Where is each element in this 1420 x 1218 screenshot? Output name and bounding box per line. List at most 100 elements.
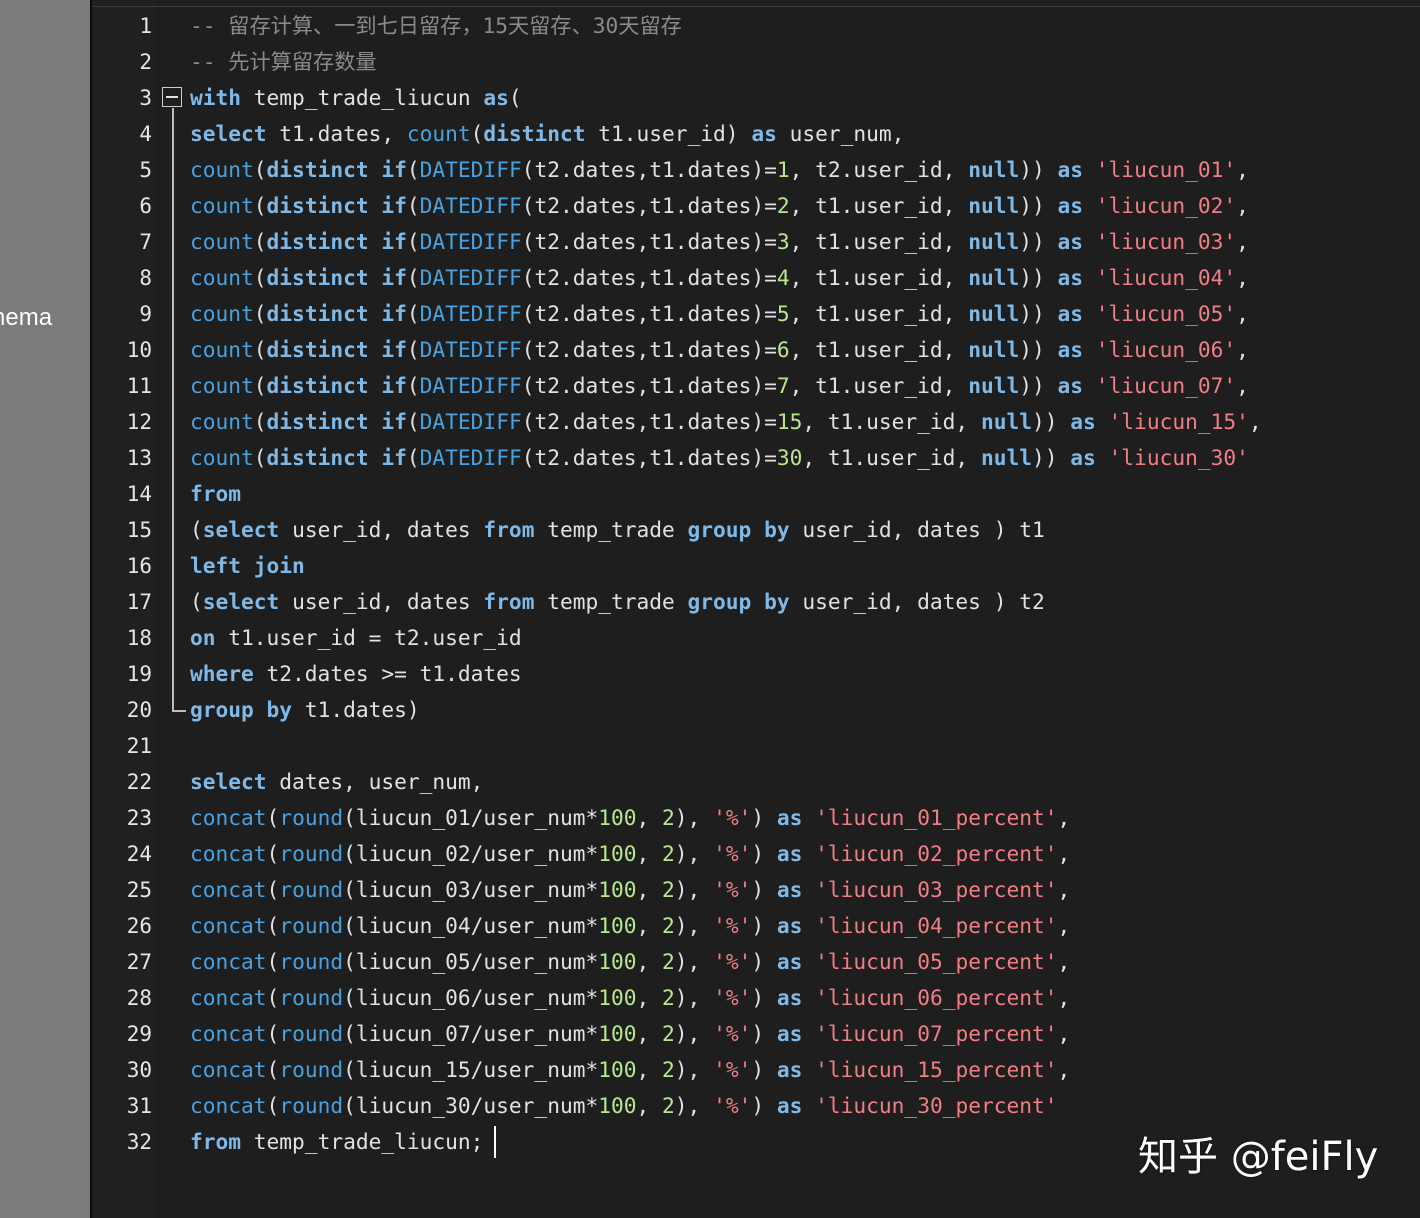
line-number: 27 xyxy=(126,950,152,974)
line-code[interactable]: count(distinct if(DATEDIFF(t2.dates,t1.d… xyxy=(190,332,1249,368)
line-code[interactable]: concat(round(liucun_05/user_num*100, 2),… xyxy=(190,944,1070,980)
code-line[interactable]: 23 concat(round(liucun_01/user_num*100, 2… xyxy=(92,800,1420,836)
code-line[interactable]: 14 from xyxy=(92,476,1420,512)
line-code[interactable]: count(distinct if(DATEDIFF(t2.dates,t1.d… xyxy=(190,260,1249,296)
code-token: , t1.user_id, xyxy=(789,301,969,326)
code-line[interactable]: 16 left join xyxy=(92,548,1420,584)
code-line[interactable]: 11 count(distinct if(DATEDIFF(t2.dates,t1… xyxy=(92,368,1420,404)
code-token: ), xyxy=(674,985,714,1010)
line-code[interactable]: count(distinct if(DATEDIFF(t2.dates,t1.d… xyxy=(190,224,1249,260)
line-code[interactable]: count(distinct if(DATEDIFF(t2.dates,t1.d… xyxy=(190,404,1262,440)
line-code[interactable]: count(distinct if(DATEDIFF(t2.dates,t1.d… xyxy=(190,188,1249,224)
schema-sidebar[interactable]: hema xyxy=(0,0,90,1218)
code-line[interactable]: 12 count(distinct if(DATEDIFF(t2.dates,t1… xyxy=(92,404,1420,440)
line-number: 5 xyxy=(139,158,152,182)
code-line[interactable]: 24 concat(round(liucun_02/user_num*100, 2… xyxy=(92,836,1420,872)
code-token: user_id, dates ) t1 xyxy=(789,517,1045,542)
code-token: count xyxy=(190,265,254,290)
line-code[interactable]: count(distinct if(DATEDIFF(t2.dates,t1.d… xyxy=(190,440,1249,476)
line-code[interactable]: concat(round(liucun_01/user_num*100, 2),… xyxy=(190,800,1070,836)
code-line[interactable]: 2 -- 先计算留存数量 xyxy=(92,44,1420,80)
code-token: ( xyxy=(266,913,280,938)
sidebar-label[interactable]: hema xyxy=(0,304,52,332)
code-token: 100 xyxy=(598,913,637,938)
line-code[interactable]: on t1.user_id = t2.user_id xyxy=(190,620,522,656)
line-code[interactable]: concat(round(liucun_04/user_num*100, 2),… xyxy=(190,908,1070,944)
code-token: distinct xyxy=(266,373,369,398)
line-code[interactable]: concat(round(liucun_02/user_num*100, 2),… xyxy=(190,836,1070,872)
line-code[interactable]: with temp_trade_liucun as( xyxy=(190,80,522,116)
code-token: from xyxy=(483,517,535,542)
code-token: ( xyxy=(253,373,267,398)
line-code[interactable]: from xyxy=(190,476,241,512)
line-code[interactable]: where t2.dates >= t1.dates xyxy=(190,656,522,692)
code-line[interactable]: 21 xyxy=(92,728,1420,764)
code-token: 'liucun_07' xyxy=(1095,373,1237,398)
code-line[interactable]: 3 with temp_trade_liucun as( xyxy=(92,80,1420,116)
code-token: user_id, dates xyxy=(279,589,484,614)
line-code[interactable]: concat(round(liucun_03/user_num*100, 2),… xyxy=(190,872,1070,908)
line-code[interactable]: group by t1.dates) xyxy=(190,692,420,728)
code-token: DATEDIFF xyxy=(419,445,522,470)
code-line[interactable]: 9 count(distinct if(DATEDIFF(t2.dates,t1.… xyxy=(92,296,1420,332)
line-code[interactable]: concat(round(liucun_30/user_num*100, 2),… xyxy=(190,1088,1058,1124)
code-token: ( xyxy=(406,265,420,290)
line-code[interactable]: concat(round(liucun_06/user_num*100, 2),… xyxy=(190,980,1070,1016)
line-code[interactable]: -- 留存计算、一到七日留存，15天留存、30天留存 xyxy=(190,8,682,44)
code-line[interactable]: 25 concat(round(liucun_03/user_num*100, 2… xyxy=(92,872,1420,908)
line-code[interactable]: count(distinct if(DATEDIFF(t2.dates,t1.d… xyxy=(190,296,1249,332)
line-code[interactable]: count(distinct if(DATEDIFF(t2.dates,t1.d… xyxy=(190,152,1249,188)
line-code[interactable]: select dates, user_num, xyxy=(190,764,483,800)
line-code[interactable]: (select user_id, dates from temp_trade g… xyxy=(190,512,1045,548)
code-line[interactable]: 6 count(distinct if(DATEDIFF(t2.dates,t1.… xyxy=(92,188,1420,224)
line-code[interactable]: count(distinct if(DATEDIFF(t2.dates,t1.d… xyxy=(190,368,1249,404)
code-line[interactable]: 29 concat(round(liucun_07/user_num*100, 2… xyxy=(92,1016,1420,1052)
code-line[interactable]: 1 -- 留存计算、一到七日留存，15天留存、30天留存 xyxy=(92,8,1420,44)
code-line[interactable]: 30 concat(round(liucun_15/user_num*100, 2… xyxy=(92,1052,1420,1088)
line-code[interactable]: concat(round(liucun_15/user_num*100, 2),… xyxy=(190,1052,1070,1088)
code-line[interactable]: 8 count(distinct if(DATEDIFF(t2.dates,t1.… xyxy=(92,260,1420,296)
line-number: 32 xyxy=(126,1130,152,1154)
line-code[interactable]: left join xyxy=(190,548,305,584)
line-code[interactable]: from temp_trade_liucun; xyxy=(190,1124,483,1160)
code-line[interactable]: 18 on t1.user_id = t2.user_id xyxy=(92,620,1420,656)
code-line[interactable]: 27 concat(round(liucun_05/user_num*100, 2… xyxy=(92,944,1420,980)
code-token: , xyxy=(1057,1057,1071,1082)
line-code[interactable]: concat(round(liucun_07/user_num*100, 2),… xyxy=(190,1016,1070,1052)
code-line[interactable]: 5 count(distinct if(DATEDIFF(t2.dates,t1.… xyxy=(92,152,1420,188)
line-number: 12 xyxy=(126,410,152,434)
code-token: )) xyxy=(1019,265,1058,290)
code-line[interactable]: 26 concat(round(liucun_04/user_num*100, 2… xyxy=(92,908,1420,944)
code-line[interactable]: 13 count(distinct if(DATEDIFF(t2.dates,t1… xyxy=(92,440,1420,476)
code-token: concat xyxy=(190,949,267,974)
code-token: select xyxy=(202,589,280,614)
code-line[interactable]: 22 select dates, user_num, xyxy=(92,764,1420,800)
code-token: ( xyxy=(266,1021,280,1046)
code-token: count xyxy=(190,445,254,470)
code-token: 'liucun_30_percent' xyxy=(815,1093,1058,1118)
code-line[interactable]: 15 (select user_id, dates from temp_trade… xyxy=(92,512,1420,548)
code-token: as xyxy=(1057,373,1084,398)
code-line[interactable]: 19 where t2.dates >= t1.dates xyxy=(92,656,1420,692)
code-token: round xyxy=(279,841,344,866)
code-token: ( xyxy=(253,229,267,254)
code-token: t1.user_id = t2.user_id xyxy=(215,625,522,650)
line-code[interactable]: select t1.dates, count(distinct t1.user_… xyxy=(190,116,904,152)
fold-toggle-icon[interactable] xyxy=(162,87,182,107)
code-line[interactable]: 31 concat(round(liucun_30/user_num*100, 2… xyxy=(92,1088,1420,1124)
code-line[interactable]: 20 group by t1.dates) xyxy=(92,692,1420,728)
line-code[interactable]: (select user_id, dates from temp_trade g… xyxy=(190,584,1045,620)
code-line[interactable]: 10 count(distinct if(DATEDIFF(t2.dates,t1… xyxy=(92,332,1420,368)
code-token: concat xyxy=(190,985,267,1010)
code-line[interactable]: 4 select t1.dates, count(distinct t1.user… xyxy=(92,116,1420,152)
code-line[interactable]: 17 (select user_id, dates from temp_trade… xyxy=(92,584,1420,620)
code-token: null xyxy=(980,445,1032,470)
code-line[interactable]: 7 count(distinct if(DATEDIFF(t2.dates,t1.… xyxy=(92,224,1420,260)
code-line[interactable]: 28 concat(round(liucun_06/user_num*100, 2… xyxy=(92,980,1420,1016)
code-token: (t2.dates,t1.dates)= xyxy=(521,373,777,398)
code-token: 2 xyxy=(776,193,790,218)
line-code[interactable]: -- 先计算留存数量 xyxy=(190,44,377,80)
